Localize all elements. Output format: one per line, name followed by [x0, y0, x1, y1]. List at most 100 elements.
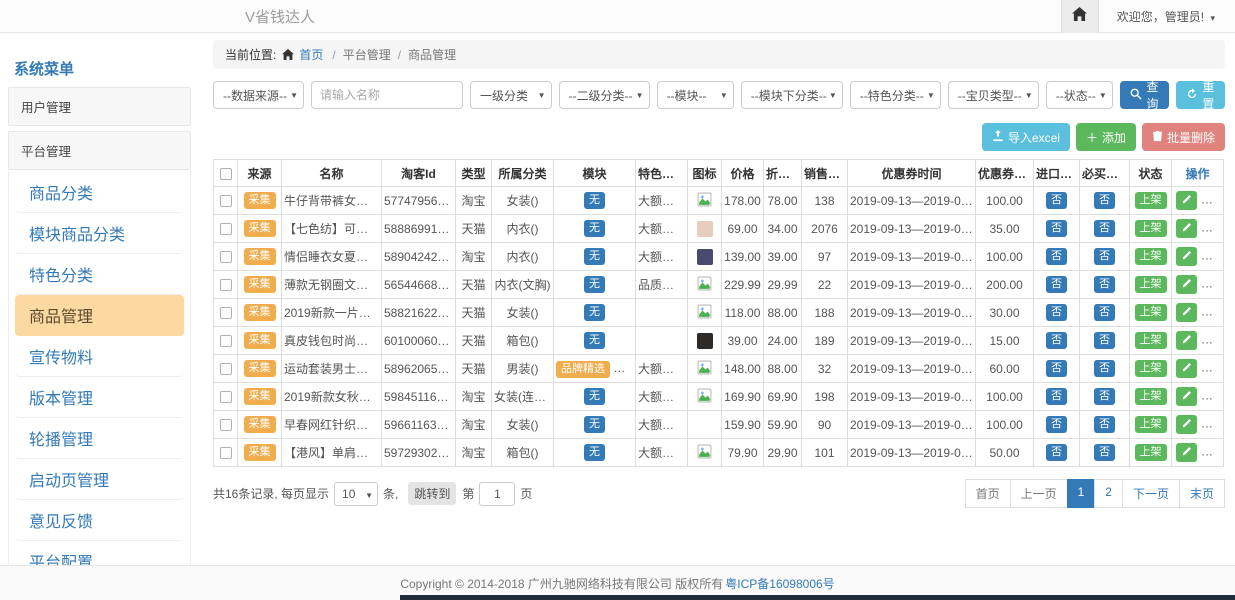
- import-pick-badge[interactable]: 否: [1046, 248, 1067, 265]
- sidebar-item-用户管理[interactable]: 用户管理: [8, 87, 191, 126]
- select-all-checkbox[interactable]: [220, 168, 232, 180]
- sidebar-item-轮播管理[interactable]: 轮播管理: [15, 418, 184, 459]
- status-badge[interactable]: 上架: [1135, 416, 1167, 433]
- import-pick-badge[interactable]: 否: [1046, 332, 1067, 349]
- source-badge: 采集: [244, 248, 276, 265]
- filter-select-模块下分类[interactable]: --模块下分类--▼: [741, 81, 843, 109]
- import-excel-button[interactable]: 导入excel: [982, 123, 1070, 151]
- import-pick-badge[interactable]: 否: [1046, 444, 1067, 461]
- status-badge[interactable]: 上架: [1135, 332, 1167, 349]
- must-buy-badge[interactable]: 否: [1094, 304, 1115, 321]
- must-buy-badge[interactable]: 否: [1094, 276, 1115, 293]
- row-checkbox[interactable]: [220, 279, 232, 291]
- page-button-1[interactable]: 1: [1067, 479, 1096, 508]
- import-pick-badge[interactable]: 否: [1046, 304, 1067, 321]
- source-badge: 采集: [244, 360, 276, 377]
- edit-icon: [1181, 306, 1192, 320]
- filter-bar: --数据来源--▼ 一级分类▼--二级分类--▼--模块--▼--模块下分类--▼…: [213, 81, 1225, 109]
- name-search-input[interactable]: [311, 81, 463, 109]
- breadcrumb-home-link[interactable]: 首页: [299, 46, 323, 63]
- sidebar-item-特色分类[interactable]: 特色分类: [15, 254, 184, 295]
- filter-select-模块[interactable]: --模块--▼: [657, 81, 734, 109]
- sidebar-item-启动页管理[interactable]: 启动页管理: [15, 459, 184, 500]
- row-checkbox[interactable]: [220, 335, 232, 347]
- status-badge[interactable]: 上架: [1135, 388, 1167, 405]
- must-buy-badge[interactable]: 否: [1094, 360, 1115, 377]
- must-buy-badge[interactable]: 否: [1094, 444, 1115, 461]
- must-buy-badge[interactable]: 否: [1094, 248, 1115, 265]
- edit-button[interactable]: [1176, 247, 1197, 266]
- edit-button[interactable]: [1176, 443, 1197, 462]
- icon-cell: [688, 383, 722, 411]
- sidebar-item-版本管理[interactable]: 版本管理: [15, 377, 184, 418]
- filter-select-宝贝类型[interactable]: --宝贝类型--▼: [948, 81, 1039, 109]
- edit-button[interactable]: [1176, 275, 1197, 294]
- row-checkbox[interactable]: [220, 223, 232, 235]
- must-buy-badge[interactable]: 否: [1094, 192, 1115, 209]
- row-checkbox[interactable]: [220, 419, 232, 431]
- import-pick-badge[interactable]: 否: [1046, 360, 1067, 377]
- edit-button[interactable]: [1176, 303, 1197, 322]
- price: 178.00: [722, 187, 764, 215]
- edit-button[interactable]: [1176, 387, 1197, 406]
- per-page-select[interactable]: 10 ▼: [334, 482, 378, 506]
- edit-button[interactable]: [1176, 191, 1197, 210]
- edit-button[interactable]: [1176, 219, 1197, 238]
- edit-button[interactable]: [1176, 359, 1197, 378]
- sidebar-item-宣传物料[interactable]: 宣传物料: [15, 336, 184, 377]
- broken-image-icon: [697, 364, 712, 378]
- row-checkbox[interactable]: [220, 363, 232, 375]
- price: 229.99: [722, 271, 764, 299]
- source-badge: 采集: [244, 304, 276, 321]
- must-buy-badge[interactable]: 否: [1094, 388, 1115, 405]
- sidebar-item-商品管理[interactable]: 商品管理: [15, 295, 184, 336]
- status-badge[interactable]: 上架: [1135, 276, 1167, 293]
- import-pick-badge[interactable]: 否: [1046, 276, 1067, 293]
- chevron-down-icon: ▼: [290, 91, 298, 100]
- sidebar-item-意见反馈[interactable]: 意见反馈: [15, 500, 184, 541]
- copyright-text: Copyright © 2014-2018 广州九驰网络科技有限公司 版权所有: [400, 575, 723, 592]
- status-badge[interactable]: 上架: [1135, 220, 1167, 237]
- status-badge[interactable]: 上架: [1135, 444, 1167, 461]
- search-button[interactable]: 查询: [1120, 81, 1169, 109]
- jump-button[interactable]: 跳转到: [408, 482, 456, 505]
- home-button[interactable]: [1061, 0, 1099, 33]
- page-button-末页[interactable]: 末页: [1179, 479, 1225, 508]
- user-menu[interactable]: 欢迎您，管理员! ▾: [1099, 8, 1235, 25]
- reset-button[interactable]: 重置: [1176, 81, 1225, 109]
- import-pick-badge[interactable]: 否: [1046, 388, 1067, 405]
- products-table: 来源名称淘客Id类型所属分类模块特色分类图标价格折后价销售数量优惠券时间优惠券金…: [213, 159, 1224, 467]
- sidebar-item-商品分类[interactable]: 商品分类: [15, 172, 184, 213]
- sidebar-item-平台配置[interactable]: 平台配置: [15, 541, 184, 565]
- row-checkbox[interactable]: [220, 251, 232, 263]
- import-pick-badge[interactable]: 否: [1046, 416, 1067, 433]
- edit-button[interactable]: [1176, 331, 1197, 350]
- icp-link[interactable]: 粤ICP备16098006号: [725, 575, 834, 592]
- jump-page-input[interactable]: [479, 482, 515, 506]
- filter-select-二级分类[interactable]: --二级分类--▼: [559, 81, 650, 109]
- status-badge[interactable]: 上架: [1135, 304, 1167, 321]
- page-button-2[interactable]: 2: [1094, 479, 1123, 508]
- sidebar-item-模块商品分类[interactable]: 模块商品分类: [15, 213, 184, 254]
- import-pick-badge[interactable]: 否: [1046, 220, 1067, 237]
- row-checkbox[interactable]: [220, 391, 232, 403]
- add-button[interactable]: ＋ 添加: [1076, 123, 1136, 151]
- import-pick-badge[interactable]: 否: [1046, 192, 1067, 209]
- page-button-下一页[interactable]: 下一页: [1122, 479, 1180, 508]
- batch-delete-button[interactable]: 批量删除: [1142, 123, 1225, 151]
- status-badge[interactable]: 上架: [1135, 360, 1167, 377]
- status-badge[interactable]: 上架: [1135, 192, 1167, 209]
- must-buy-badge[interactable]: 否: [1094, 220, 1115, 237]
- filter-select-一级分类[interactable]: 一级分类▼: [470, 81, 552, 109]
- must-buy-badge[interactable]: 否: [1094, 416, 1115, 433]
- row-checkbox[interactable]: [220, 195, 232, 207]
- filter-select-数据来源[interactable]: --数据来源--▼: [213, 81, 304, 109]
- row-checkbox[interactable]: [220, 447, 232, 459]
- filter-select-特色分类[interactable]: --特色分类--▼: [850, 81, 941, 109]
- row-checkbox[interactable]: [220, 307, 232, 319]
- sidebar-item-平台管理[interactable]: 平台管理: [8, 131, 191, 170]
- status-badge[interactable]: 上架: [1135, 248, 1167, 265]
- must-buy-badge[interactable]: 否: [1094, 332, 1115, 349]
- filter-select-状态[interactable]: --状态--▼: [1046, 81, 1113, 109]
- edit-button[interactable]: [1176, 415, 1197, 434]
